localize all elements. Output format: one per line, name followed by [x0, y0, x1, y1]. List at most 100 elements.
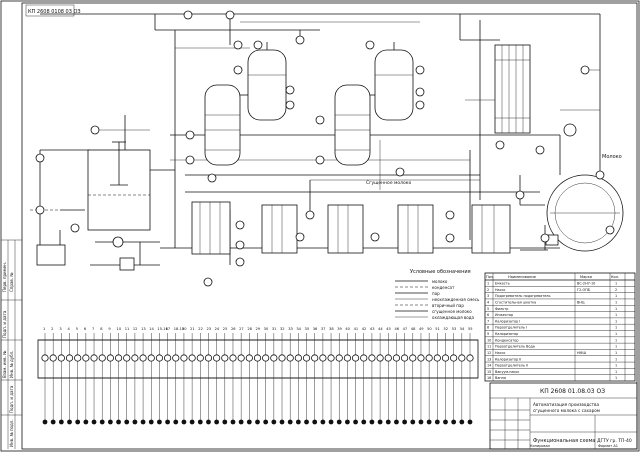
bus-terminal-dot: [402, 419, 408, 425]
bus-label: 31: [272, 327, 277, 331]
table-cell-mark: ВС-2Н7-10: [577, 282, 595, 286]
table-cell-name: Фильтр: [495, 307, 508, 311]
bus-instrument-bubble: [351, 354, 360, 362]
table-cell-pos: 11: [487, 345, 491, 349]
bus-instrument-bubble: [229, 354, 237, 362]
bus-terminal-dot: [467, 419, 473, 425]
bus-instrument-bubble: [74, 354, 82, 362]
bus-label: 8: [100, 327, 103, 331]
bus-terminal-dot: [312, 419, 318, 425]
bus-label: 55: [468, 327, 473, 331]
bus-instrument-bubble: [450, 354, 458, 362]
table-cell-pos: 3: [487, 294, 489, 298]
table-cell-pos: 7: [487, 319, 489, 323]
bus-label: 9: [108, 327, 111, 331]
bus-instrument-bubble: [123, 354, 131, 362]
bus-instrument-bubble: [360, 354, 368, 362]
bus-label: 39: [337, 327, 342, 331]
table-cell-pos: 12: [487, 351, 491, 355]
table-cell-qty: 1: [615, 376, 617, 380]
bus-instrument-bubble: [270, 354, 278, 362]
bus-instrument-bubble: [311, 354, 319, 362]
legend-item: конденсат: [432, 285, 455, 290]
bus-instrument-bubble: [319, 354, 327, 362]
legend-item: неохлажденная смесь: [432, 297, 480, 302]
legend-item: охлаждающая вода: [432, 315, 474, 320]
bus-terminal-dot: [75, 419, 81, 425]
bus-label: 10: [117, 327, 122, 331]
table-cell-pos: 2: [487, 288, 489, 292]
bus-instrument-bubble: [172, 354, 180, 362]
table-cell-pos: 13: [487, 357, 491, 361]
bus-terminal-dot: [58, 419, 64, 425]
bus-terminal-dot: [336, 419, 342, 425]
bus-label: 51: [435, 327, 440, 331]
bus-label: 37: [321, 327, 326, 331]
bus-terminal-dot: [67, 419, 72, 425]
pump-motor: [119, 257, 135, 271]
side-label: Подп. и дата: [2, 310, 7, 338]
table-cell-pos: 6: [487, 313, 489, 317]
bus-label: 14: [149, 327, 154, 331]
table-cell-pos: 5: [487, 307, 489, 311]
bus-label: 45: [386, 327, 391, 331]
bus-terminal-dot: [385, 419, 391, 425]
bus-terminal-dot: [157, 419, 162, 425]
bus-instrument-bubble: [286, 354, 294, 362]
legend-item: вторичный пар: [432, 303, 464, 308]
evaporator-2: [334, 42, 414, 166]
legend-item: сгущенное молоко: [432, 309, 472, 314]
bus-instrument-bubble: [139, 354, 147, 362]
side-label: Инв. № подл.: [9, 419, 14, 447]
bus-terminal-dot: [426, 419, 432, 425]
bus-label: 11: [125, 327, 130, 331]
bus-instrument-bubble: [98, 354, 106, 362]
bus-instrument-bubble: [155, 354, 164, 362]
table-cell-mark: ВНЦ: [577, 300, 585, 304]
bus-instrument-bubble: [441, 354, 450, 362]
bus-label: 44: [378, 327, 383, 331]
table-cell-pos: 8: [487, 326, 489, 330]
table-cell-name: Пароотделитель Вода: [495, 345, 535, 349]
side-label: Инв. № дубл.: [9, 351, 14, 378]
bus-terminal-dot: [353, 419, 358, 425]
stamp-number: КП 2608 01.08.03 ОЗ: [540, 388, 605, 395]
bus-terminal-dot: [394, 419, 399, 425]
bus-instrument-bubble: [82, 354, 90, 362]
bus-label: 13: [141, 327, 146, 331]
bus-label: 48: [411, 327, 416, 331]
bus-terminal-dot: [83, 419, 89, 425]
table-cell-name: Подогреватель подогреватель: [495, 294, 550, 298]
bus-instrument-bubble: [401, 354, 409, 362]
bus-label: 34: [296, 327, 301, 331]
bus-label: 5: [76, 327, 78, 331]
bus-instrument-bubble: [196, 354, 204, 362]
table-cell-name: Конденсатор: [495, 338, 519, 342]
table-cell-qty: 1: [615, 282, 617, 286]
bus-instrument-bubble: [65, 354, 74, 362]
specification-table: Поз. Наименование Марка Кол. 1 Емкость ВС-…: [484, 272, 636, 382]
bus-instrument-bubble: [245, 354, 253, 362]
bus-terminal-dot: [140, 419, 146, 425]
table-cell-qty: 1: [615, 338, 617, 342]
table-cell-qty: 1: [615, 294, 617, 298]
bus-label: 28: [247, 327, 252, 331]
table-cell-pos: 9: [487, 332, 489, 336]
side-label: Подп. и дата: [9, 385, 14, 413]
bus-label: 54: [460, 327, 465, 331]
bus-label: 30: [264, 327, 269, 331]
bus-terminal-dot: [418, 419, 424, 425]
bus-terminal-dot: [434, 419, 440, 425]
legend: Условные обозначения молоко конденсат па…: [395, 269, 480, 320]
table-cell-qty: 1: [615, 351, 617, 355]
bus-instrument-bubble: [106, 354, 114, 362]
bus-label: 53: [452, 327, 457, 331]
bus-instrument-bubble: [433, 354, 441, 362]
table-cell-qty: 1: [615, 300, 617, 304]
bus-terminal-dot: [42, 419, 48, 425]
table-header: Кол.: [611, 275, 619, 279]
bus-terminal-dot: [263, 419, 269, 425]
bus-terminal-dot: [50, 419, 56, 425]
bus-terminal-dot: [369, 419, 375, 425]
table-cell-qty: 1: [615, 319, 617, 323]
